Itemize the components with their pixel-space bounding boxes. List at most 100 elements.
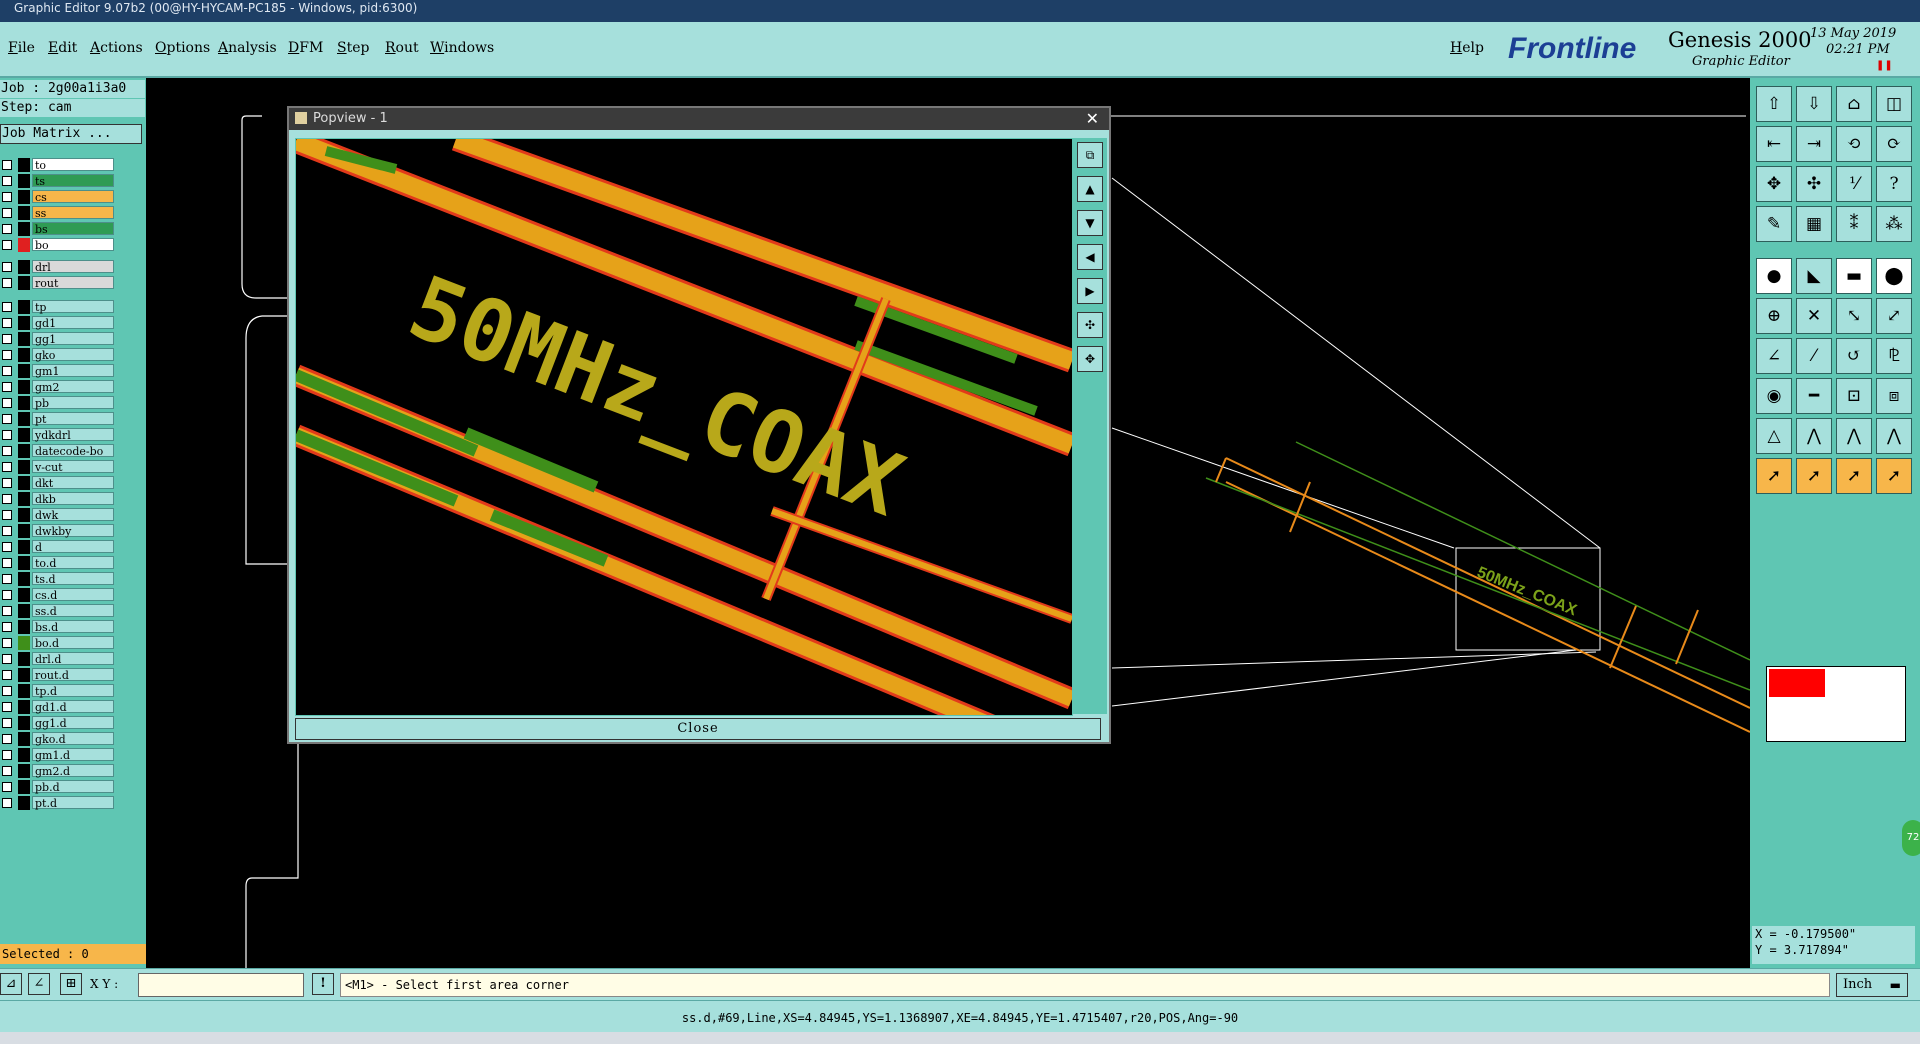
layer-checkbox[interactable] [2,590,12,600]
layer-checkbox[interactable] [2,398,12,408]
job-matrix-button[interactable]: Job Matrix ... [0,124,142,144]
popview-titlebar[interactable]: Popview - 1 ✕ [289,108,1109,130]
stretch-icon[interactable]: ⤢ [1876,298,1912,334]
layer-row-gm2[interactable]: gm2 [0,380,118,394]
floating-badge[interactable]: 72 [1902,820,1920,856]
layer-row-v-cut[interactable]: v-cut [0,460,118,474]
line-icon[interactable]: ▬ [1836,258,1872,294]
layer-row-bs.d[interactable]: bs.d [0,620,118,634]
layer-checkbox[interactable] [2,686,12,696]
layer-row-rout.d[interactable]: rout.d [0,668,118,682]
layer-checkbox[interactable] [2,382,12,392]
rotate-right-icon[interactable]: ⟳ [1876,126,1912,162]
snap-icon[interactable]: ⁑ [1836,206,1872,242]
layer-checkbox[interactable] [2,734,12,744]
layer-checkbox[interactable] [2,366,12,376]
pad-icon[interactable]: ● [1756,258,1792,294]
target-icon[interactable]: ◉ [1756,378,1792,414]
layer-checkbox[interactable] [2,558,12,568]
layer-checkbox[interactable] [2,278,12,288]
layer-row-ts[interactable]: ts [0,174,118,188]
grid-icon[interactable]: ▦ [1796,206,1832,242]
slash-icon[interactable]: ⁄ [1796,338,1832,374]
layer-checkbox[interactable] [2,526,12,536]
layer-row-gko[interactable]: gko [0,348,118,362]
triangle-icon[interactable]: ◣ [1796,258,1832,294]
layer-checkbox[interactable] [2,302,12,312]
layer-checkbox[interactable] [2,798,12,808]
layer-checkbox[interactable] [2,224,12,234]
peak3-icon[interactable]: ⋀ [1836,418,1872,454]
layer-row-tp.d[interactable]: tp.d [0,684,118,698]
layer-checkbox[interactable] [2,494,12,504]
pan-down-icon[interactable]: ▼ [1077,210,1103,236]
cursor4-icon[interactable]: ➚ [1876,458,1912,494]
layer-row-dwk[interactable]: dwk [0,508,118,522]
layer-row-bs[interactable]: bs [0,222,118,236]
layer-row-pt.d[interactable]: pt.d [0,796,118,810]
layer-row-pt[interactable]: pt [0,412,118,426]
layer-row-to.d[interactable]: to.d [0,556,118,570]
layer-row-ts.d[interactable]: ts.d [0,572,118,586]
layer-row-gko.d[interactable]: gko.d [0,732,118,746]
menu-dfm[interactable]: DFM [288,40,323,56]
layers-icon[interactable]: ⧈ [1876,378,1912,414]
layer-checkbox[interactable] [2,414,12,424]
layer-checkbox[interactable] [2,606,12,616]
cursor-icon[interactable]: ➚ [1756,458,1792,494]
arrow-right-icon[interactable]: ⇥ [1796,126,1832,162]
layer-checkbox[interactable] [2,782,12,792]
layer-checkbox[interactable] [2,750,12,760]
minimap-viewport[interactable] [1769,669,1825,697]
layer-row-rout[interactable]: rout [0,276,118,290]
menu-windows[interactable]: Windows [430,40,494,56]
layer-row-cs[interactable]: cs [0,190,118,204]
undo-icon[interactable]: ↺ [1836,338,1872,374]
popview-close-button[interactable]: Close [295,718,1101,740]
help-icon[interactable]: ? [1876,166,1912,202]
select-box-icon[interactable]: ⊡ [1836,378,1872,414]
multi-icon[interactable]: ⁂ [1876,206,1912,242]
font-icon[interactable]: ⅊ [1876,338,1912,374]
layer-row-gg1[interactable]: gg1 [0,332,118,346]
layer-checkbox[interactable] [2,574,12,584]
layer-checkbox[interactable] [2,478,12,488]
peak2-icon[interactable]: ⋀ [1796,418,1832,454]
layer-checkbox[interactable] [2,334,12,344]
add-icon[interactable]: ⊕ [1756,298,1792,334]
layer-row-dkb[interactable]: dkb [0,492,118,506]
angle-icon[interactable]: ∠ [28,973,50,995]
layer-checkbox[interactable] [2,462,12,472]
menu-edit[interactable]: Edit [48,40,77,56]
layer-checkbox[interactable] [2,654,12,664]
layer-row-gg1.d[interactable]: gg1.d [0,716,118,730]
layer-checkbox[interactable] [2,160,12,170]
layer-checkbox[interactable] [2,176,12,186]
close-icon[interactable]: ✕ [1086,108,1099,130]
layer-row-to[interactable]: to [0,158,118,172]
zoom-in-icon[interactable]: ⧉ [1077,142,1103,168]
layer-checkbox[interactable] [2,542,12,552]
layer-checkbox[interactable] [2,262,12,272]
layer-row-dwkby[interactable]: dwkby [0,524,118,538]
layer-checkbox[interactable] [2,670,12,680]
layer-checkbox[interactable] [2,318,12,328]
grid-icon[interactable]: ⊞ [60,973,82,995]
menu-analysis[interactable]: Analysis [218,40,277,56]
zoom-fit-icon[interactable]: ✣ [1796,166,1832,202]
cursor2-icon[interactable]: ➚ [1796,458,1832,494]
peak4-icon[interactable]: ⋀ [1876,418,1912,454]
layer-checkbox[interactable] [2,702,12,712]
layer-checkbox[interactable] [2,192,12,202]
layer-row-tp[interactable]: tp [0,300,118,314]
snap-icon[interactable]: ⊿ [0,973,22,995]
layer-row-d[interactable]: d [0,540,118,554]
home-icon[interactable]: ⌂ [1836,86,1872,122]
peak-icon[interactable]: △ [1756,418,1792,454]
layer-row-datecode-bo[interactable]: datecode-bo [0,444,118,458]
ratio-icon[interactable]: ⅟ [1836,166,1872,202]
layer-row-pb.d[interactable]: pb.d [0,780,118,794]
layer-row-ss.d[interactable]: ss.d [0,604,118,618]
layer-row-gm1.d[interactable]: gm1.d [0,748,118,762]
pan-right-icon[interactable]: ▶ [1077,278,1103,304]
